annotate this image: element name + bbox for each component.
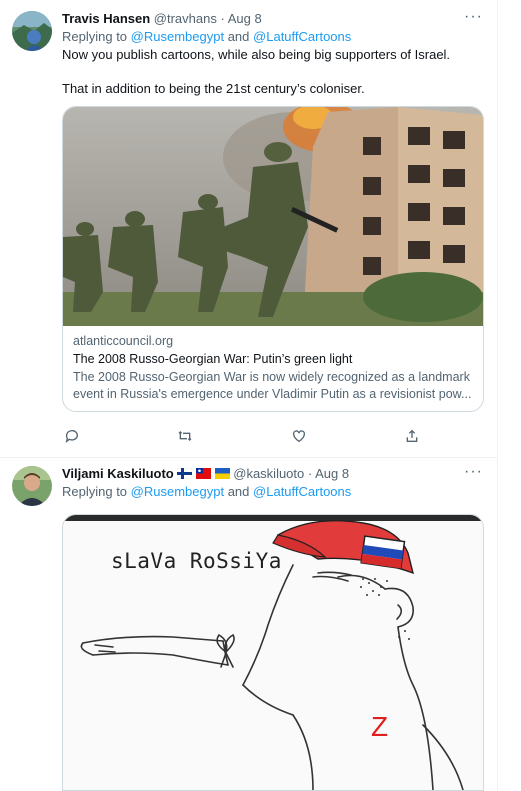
card-title: The 2008 Russo-Georgian War: Putin’s gre… — [73, 352, 353, 366]
card-description-line: event in Russia's emergence under Vladim… — [73, 387, 472, 401]
display-name[interactable]: Viljami Kaskiluoto — [62, 466, 174, 481]
tweet-header: Travis Hansen @travhans · Aug 8 — [62, 11, 262, 26]
replying-and: and — [227, 484, 250, 499]
reply-icon[interactable] — [62, 426, 82, 446]
separator: · — [220, 11, 225, 26]
more-icon[interactable]: ··· — [464, 463, 483, 481]
card-description-line: The 2008 Russo-Georgian War is now widel… — [73, 370, 470, 384]
card-domain: atlanticcouncil.org — [73, 334, 174, 348]
flag-ukraine-icon — [214, 467, 230, 482]
replying-prefix: Replying to — [62, 484, 128, 499]
mention-link[interactable]: @LatuffCartoons — [253, 29, 351, 44]
user-handle[interactable]: @travhans — [154, 11, 217, 26]
replying-prefix: Replying to — [62, 29, 128, 44]
timestamp[interactable]: Aug 8 — [315, 466, 349, 481]
like-icon[interactable] — [289, 426, 309, 446]
link-card[interactable]: atlanticcouncil.org The 2008 Russo-Georg… — [62, 106, 484, 412]
mention-link[interactable]: @Rusembegypt — [131, 29, 224, 44]
flag-finland-icon — [177, 467, 193, 482]
user-handle[interactable]: @kaskiluoto — [233, 466, 304, 481]
tweet[interactable]: Viljami Kaskiluoto @kaskiluoto · Aug 8 ·… — [0, 458, 497, 791]
tweet-media[interactable]: sLaVa RoSsiYa Z — [62, 514, 484, 791]
replying-to: Replying to @Rusembegypt and @LatuffCart… — [62, 29, 351, 44]
tweet-text-line: That in addition to being the 21st centu… — [62, 81, 365, 96]
card-info[interactable]: atlanticcouncil.org The 2008 Russo-Georg… — [63, 326, 483, 411]
replying-to: Replying to @Rusembegypt and @LatuffCart… — [62, 484, 351, 499]
timeline-border — [497, 0, 498, 790]
retweet-icon[interactable] — [175, 426, 195, 446]
tweet-header: Viljami Kaskiluoto @kaskiluoto · Aug 8 — [62, 466, 349, 482]
avatar[interactable] — [12, 466, 52, 506]
avatar[interactable] — [12, 11, 52, 51]
mention-link[interactable]: @LatuffCartoons — [253, 484, 351, 499]
card-image[interactable] — [63, 107, 483, 326]
timestamp[interactable]: Aug 8 — [228, 11, 262, 26]
share-icon[interactable] — [402, 426, 422, 446]
tweet-actions — [62, 426, 422, 446]
cartoon-drawing — [80, 520, 464, 790]
display-name[interactable]: Travis Hansen — [62, 11, 150, 26]
more-icon[interactable]: ··· — [464, 8, 483, 26]
separator: · — [307, 466, 313, 481]
shirt-letter: Z — [371, 711, 389, 742]
replying-and: and — [227, 29, 250, 44]
card-description: The 2008 Russo-Georgian War is now widel… — [73, 369, 473, 403]
flag-taiwan-icon — [196, 467, 211, 482]
tweet[interactable]: Travis Hansen @travhans · Aug 8 ··· Repl… — [0, 0, 497, 458]
mention-link[interactable]: @Rusembegypt — [131, 484, 224, 499]
tweet-text: Now you publish cartoons, while also bei… — [62, 46, 487, 97]
tweet-text-line: Now you publish cartoons, while also bei… — [62, 47, 451, 62]
